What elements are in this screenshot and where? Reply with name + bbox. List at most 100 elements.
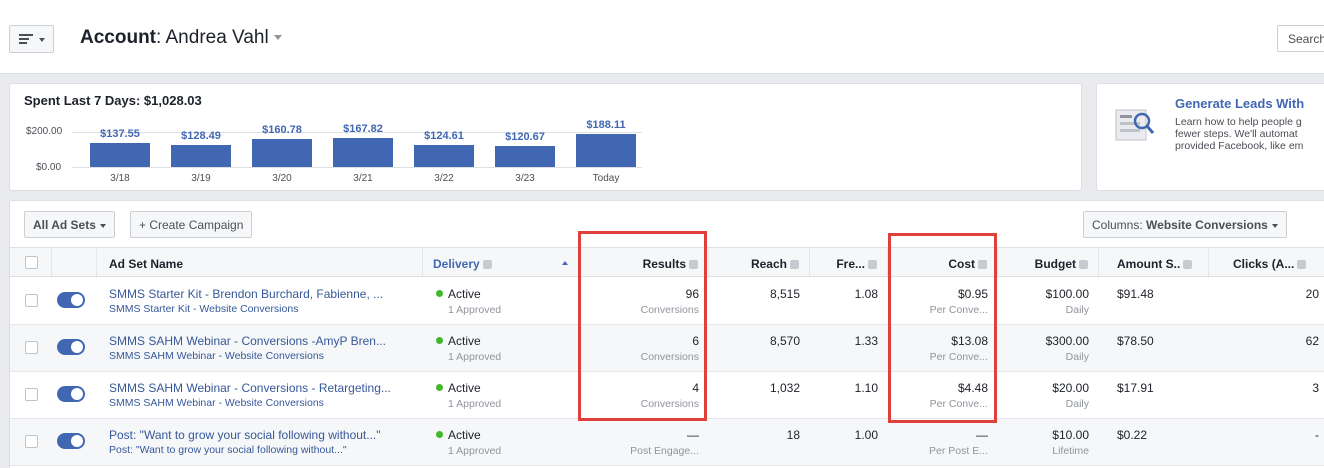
frequency-value: 1.33 — [854, 334, 878, 348]
budget-value[interactable]: $20.00 — [1052, 381, 1089, 395]
info-icon[interactable] — [1297, 260, 1307, 269]
budget-sub: Daily — [1065, 398, 1089, 410]
spend-bar[interactable] — [495, 146, 555, 167]
y-axis-top-label: $200.00 — [26, 126, 63, 137]
clicks-cell: 3 — [1209, 372, 1319, 419]
reach-value: 18 — [786, 428, 800, 442]
info-icon[interactable] — [482, 260, 492, 269]
spend-bar-category: 3/22 — [434, 173, 454, 184]
delivery-cell: Active 1 Approved — [436, 278, 579, 325]
ad-set-toggle[interactable] — [57, 292, 85, 308]
spend-bar-value: $120.67 — [505, 131, 545, 143]
row-checkbox[interactable] — [25, 294, 38, 307]
delivery-cell: Active 1 Approved — [436, 325, 579, 372]
header-clicks[interactable]: Clicks (A... — [1209, 248, 1324, 278]
ad-set-name-link[interactable]: SMMS SAHM Webinar - Conversions -AmyP Br… — [109, 334, 386, 348]
budget-value[interactable]: $100.00 — [1046, 287, 1089, 301]
results-cell: — Post Engage... — [579, 419, 709, 466]
budget-value[interactable]: $300.00 — [1046, 334, 1089, 348]
header-ad-set-name[interactable]: Ad Set Name — [97, 248, 423, 278]
delivery-status: Active — [448, 287, 481, 301]
budget-cell: $20.00 Daily — [998, 372, 1099, 419]
create-campaign-button[interactable]: + Create Campaign — [130, 211, 253, 238]
spend-bar-category: 3/20 — [272, 173, 292, 184]
budget-value[interactable]: $10.00 — [1052, 428, 1089, 442]
reach-cell: 18 — [709, 419, 810, 466]
ad-set-name-link[interactable]: SMMS SAHM Webinar - Conversions - Retarg… — [109, 381, 391, 395]
reach-cell: 8,570 — [709, 325, 810, 372]
row-checkbox[interactable] — [25, 388, 38, 401]
ad-set-name-link[interactable]: Post: "Want to grow your social followin… — [109, 428, 381, 442]
lead-form-icon — [1115, 109, 1155, 141]
info-icon[interactable] — [1079, 260, 1088, 269]
header-select-all[interactable] — [10, 248, 52, 278]
spend-bar[interactable] — [414, 145, 474, 167]
campaign-name-link[interactable]: SMMS Starter Kit - Website Conversions — [109, 303, 423, 315]
spend-bar-category: Today — [592, 173, 620, 184]
spend-bar[interactable] — [252, 139, 312, 167]
spend-bar[interactable] — [90, 143, 150, 167]
table-row[interactable]: Post: "Want to grow your social followin… — [10, 419, 1324, 466]
active-status-dot — [436, 384, 443, 391]
amount-spent-value: $0.22 — [1117, 428, 1148, 442]
ad-set-toggle[interactable] — [57, 386, 85, 402]
info-icon[interactable] — [868, 260, 877, 269]
delivery-cell: Active 1 Approved — [436, 419, 579, 466]
row-checkbox[interactable] — [25, 341, 38, 354]
clicks-value: - — [1315, 428, 1319, 442]
spend-bar-category: 3/23 — [515, 173, 535, 184]
all-ad-sets-label: All Ad Sets — [33, 218, 96, 232]
delivery-status: Active — [448, 381, 481, 395]
search-button[interactable]: Search — [1277, 25, 1324, 52]
campaign-name-link[interactable]: Post: "Want to grow your social followin… — [109, 444, 423, 456]
promo-line: Learn how to help people g — [1175, 116, 1302, 128]
view-menu-button[interactable] — [9, 25, 54, 53]
reach-value: 8,515 — [769, 287, 800, 301]
columns-dropdown[interactable]: Columns: Website Conversions — [1083, 211, 1287, 238]
spend-bar[interactable] — [576, 134, 636, 167]
header-label: Clicks (A... — [1233, 257, 1295, 271]
header-label: Amount S.. — [1117, 257, 1181, 271]
promo-text: Learn how to help people g fewer steps. … — [1175, 116, 1324, 152]
chevron-down-icon — [39, 38, 45, 42]
results-sub: Post Engage... — [630, 445, 699, 457]
amount-spent-value: $17.91 — [1117, 381, 1154, 395]
row-checkbox[interactable] — [25, 435, 38, 448]
header-amount-spent[interactable]: Amount S.. — [1099, 248, 1209, 278]
spend-bar-category: 3/18 — [110, 173, 130, 184]
header-label: Ad Set Name — [109, 257, 184, 271]
select-all-checkbox[interactable] — [25, 256, 38, 269]
results-value: — — [687, 428, 699, 442]
header-delivery[interactable]: Delivery — [423, 248, 579, 278]
header-frequency[interactable]: Fre... — [810, 248, 888, 278]
promo-title[interactable]: Generate Leads With — [1175, 96, 1304, 111]
sort-ascending-icon — [562, 261, 568, 265]
ad-set-toggle[interactable] — [57, 433, 85, 449]
campaign-name-link[interactable]: SMMS SAHM Webinar - Website Conversions — [109, 350, 423, 362]
spend-bar[interactable] — [171, 145, 231, 167]
spend-bar[interactable] — [333, 138, 393, 167]
spend-title: Spent Last 7 Days: $1,028.03 — [24, 93, 202, 108]
promo-panel: Generate Leads With Learn how to help pe… — [1096, 83, 1324, 191]
promo-line: provided Facebook, like em — [1175, 140, 1304, 152]
info-icon[interactable] — [1183, 260, 1193, 269]
budget-sub: Daily — [1065, 304, 1089, 316]
delivery-sub: 1 Approved — [448, 351, 502, 363]
budget-sub: Daily — [1065, 351, 1089, 363]
campaign-name-link[interactable]: SMMS SAHM Webinar - Website Conversions — [109, 397, 423, 409]
header-reach[interactable]: Reach — [709, 248, 810, 278]
info-icon[interactable] — [790, 260, 799, 269]
header-budget[interactable]: Budget — [998, 248, 1099, 278]
ad-set-toggle[interactable] — [57, 339, 85, 355]
results-highlight-box — [578, 231, 707, 421]
all-ad-sets-dropdown[interactable]: All Ad Sets — [24, 211, 115, 238]
delivery-sub: 1 Approved — [448, 445, 502, 457]
spend-bar-value: $124.61 — [424, 130, 464, 142]
header-label: Budget — [1034, 257, 1076, 271]
ad-set-name-link[interactable]: SMMS Starter Kit - Brendon Burchard, Fab… — [109, 287, 383, 301]
amount-spent-cell: $91.48 — [1117, 278, 1209, 325]
columns-prefix: Columns: — [1092, 218, 1147, 232]
account-selector[interactable]: Account: Andrea Vahl — [80, 27, 282, 49]
columns-value: Website Conversions — [1146, 218, 1268, 232]
ad-set-name-cell: SMMS SAHM Webinar - Conversions - Retarg… — [109, 372, 423, 419]
